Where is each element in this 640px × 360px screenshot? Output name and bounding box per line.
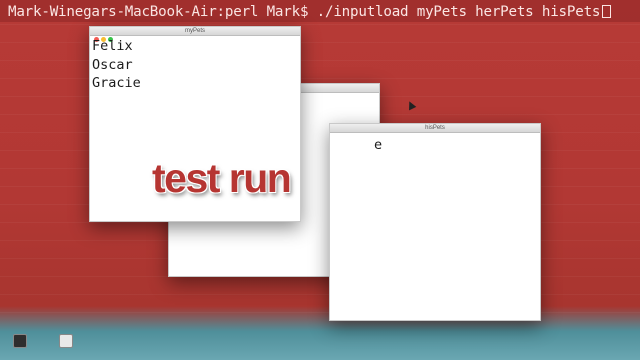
editor-icon	[59, 334, 73, 348]
mypets-titlebar[interactable]: myPets	[90, 27, 300, 42]
dock-item-terminal[interactable]	[8, 334, 32, 350]
terminal-icon	[13, 334, 27, 348]
mypets-window-title: myPets	[184, 28, 205, 34]
dock-item-editor[interactable]	[54, 334, 78, 350]
hispets-window[interactable]: hisPets e	[329, 123, 541, 321]
terminal-prompt: Mark-Winegars-MacBook-Air:perl Mark$ ./i…	[8, 4, 612, 20]
pet-line: Oscar	[92, 56, 133, 73]
hispets-titlebar[interactable]: hisPets	[330, 124, 540, 133]
overlay-caption: test run	[152, 155, 292, 201]
dock	[0, 330, 640, 360]
hispets-visible-text: e	[374, 137, 383, 153]
terminal-command-text: Mark-Winegars-MacBook-Air:perl Mark$ ./i…	[8, 4, 601, 20]
terminal-title-bar: Mark-Winegars-MacBook-Air:perl Mark$ ./i…	[0, 0, 640, 22]
hispets-content: e	[330, 136, 540, 320]
pet-line: Gracie	[92, 75, 141, 91]
text-cursor-icon	[602, 5, 612, 18]
pet-line: Felix	[92, 38, 133, 54]
hispets-window-title: hisPets	[425, 125, 445, 131]
